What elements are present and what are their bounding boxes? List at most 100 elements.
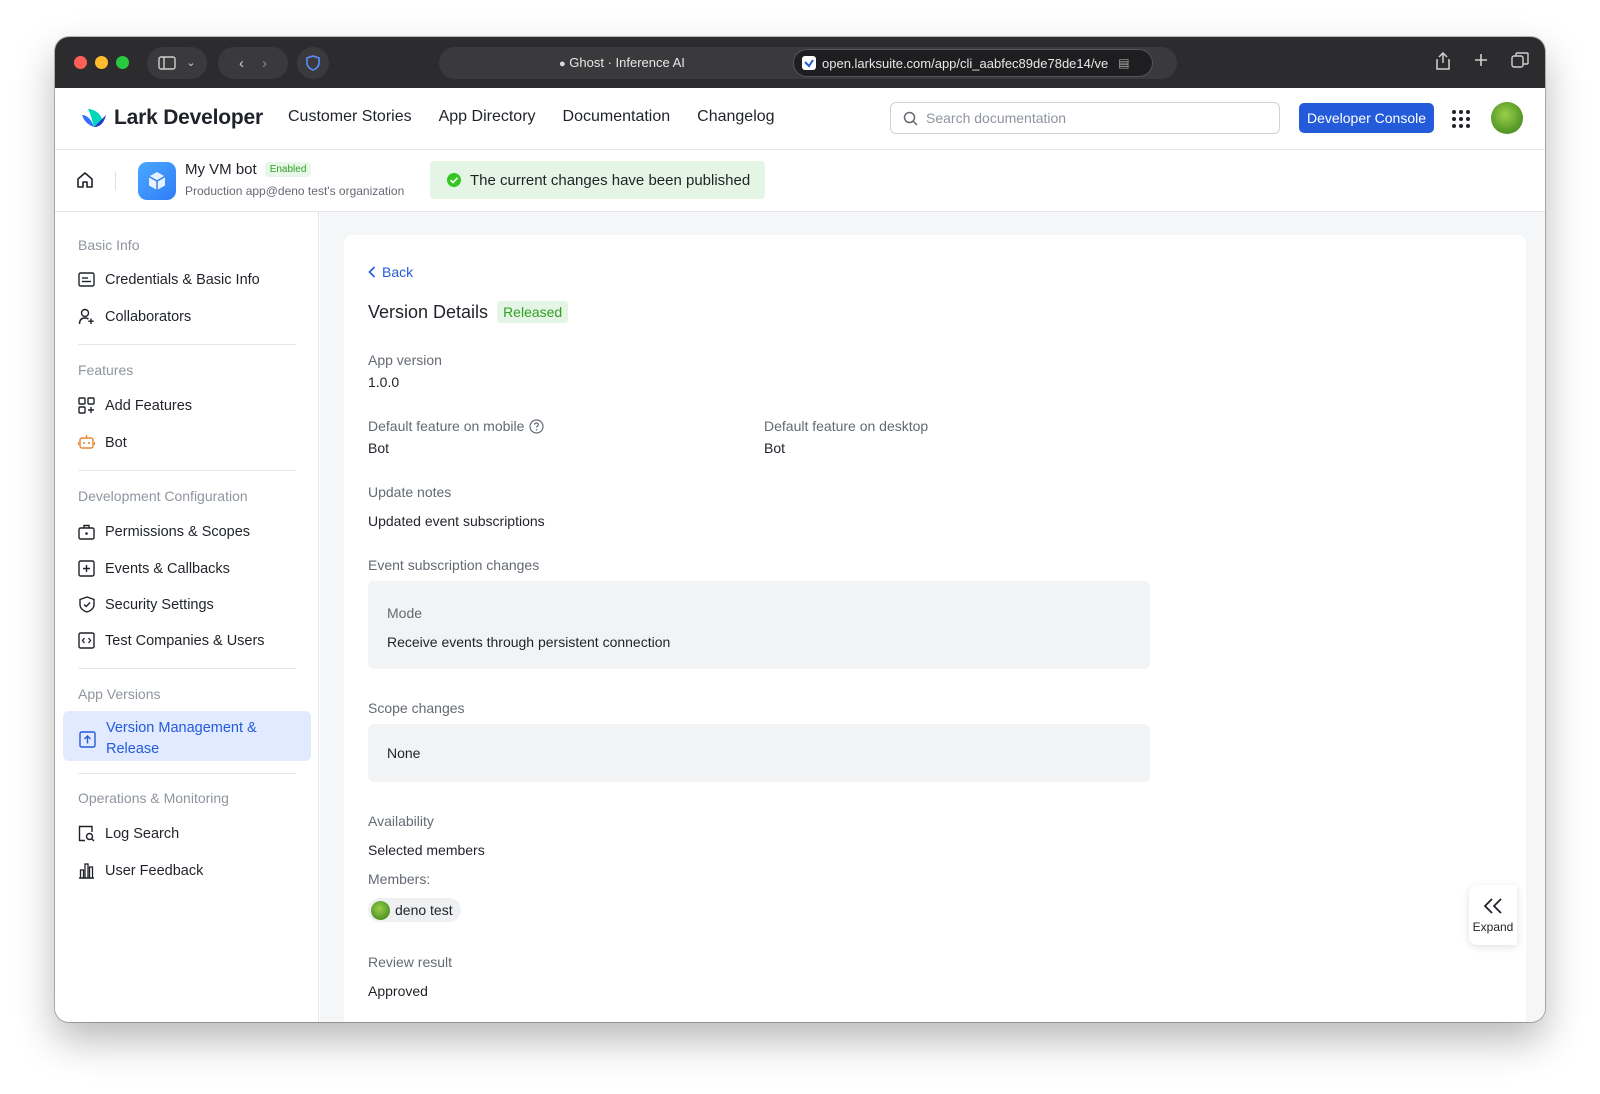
nav-customer-stories[interactable]: Customer Stories xyxy=(288,108,412,126)
availability-value: Selected members xyxy=(368,842,485,858)
sidebar-group-dev-config: Development Configuration xyxy=(78,488,248,504)
app-bar: My VM bot Enabled Production app@deno te… xyxy=(55,150,1545,212)
member-chip: deno test xyxy=(368,898,461,922)
robot-icon xyxy=(78,434,95,451)
briefcase-icon xyxy=(78,523,95,540)
minimize-window-button[interactable] xyxy=(95,56,108,69)
nav-documentation[interactable]: Documentation xyxy=(563,108,671,126)
sidebar-item-label: Version Management & Release xyxy=(106,720,257,757)
sidebar-item-test-companies[interactable]: Test Companies & Users xyxy=(78,632,265,649)
reader-mode-icon[interactable]: ▤ xyxy=(1118,56,1129,70)
history-nav: ‹ › xyxy=(218,47,288,79)
sidebar-divider xyxy=(78,773,296,774)
new-tab-icon[interactable] xyxy=(1473,52,1489,68)
developer-console-button[interactable]: Developer Console xyxy=(1299,103,1434,133)
member-name: deno test xyxy=(395,902,453,918)
mobile-feature-label-row: Default feature on mobile xyxy=(368,418,545,434)
chevron-left-icon xyxy=(368,266,376,278)
help-circle-icon[interactable] xyxy=(529,418,545,434)
update-notes-label: Update notes xyxy=(368,484,452,500)
members-label: Members: xyxy=(368,871,431,887)
back-link[interactable]: Back xyxy=(368,264,413,280)
apps-grid-icon[interactable] xyxy=(1452,110,1470,128)
app-version-value: 1.0.0 xyxy=(368,374,400,390)
home-icon[interactable] xyxy=(75,170,95,190)
page-title-row: Version Details Released xyxy=(368,301,569,323)
close-window-button[interactable] xyxy=(74,56,87,69)
search-icon xyxy=(903,111,918,126)
sidebar-item-label: Events & Callbacks xyxy=(105,560,230,577)
share-icon[interactable] xyxy=(1435,52,1451,70)
sidebar-divider xyxy=(78,344,296,345)
code-box-icon xyxy=(78,632,95,649)
address-bar[interactable]: open.larksuite.com/app/cli_aabfec89de78d… xyxy=(793,49,1153,77)
double-chevron-left-icon xyxy=(1483,897,1502,914)
chevron-down-icon[interactable]: ⌄ xyxy=(186,57,195,69)
sidebar-item-collaborators[interactable]: Collaborators xyxy=(78,308,191,325)
maximize-window-button[interactable] xyxy=(116,56,129,69)
sidebar-item-permissions[interactable]: Permissions & Scopes xyxy=(78,523,250,540)
expand-panel-button[interactable]: Expand xyxy=(1469,885,1517,945)
sidebar-toggle-group[interactable]: ⌄ xyxy=(147,47,207,79)
status-badge: Enabled xyxy=(264,162,312,177)
sidebar-item-label: Credentials & Basic Info xyxy=(105,271,260,288)
toast-text: The current changes have been published xyxy=(470,171,751,189)
lark-favicon-icon xyxy=(802,56,816,70)
mobile-feature-value: Bot xyxy=(368,440,390,456)
window-controls xyxy=(74,56,129,69)
tab-ghost[interactable]: ● Ghost · Inference AI xyxy=(559,55,685,70)
browser-window: ⌄ ‹ › ● Ghost · Inference AI open.larksu… xyxy=(55,37,1545,1022)
bar-chart-icon xyxy=(78,862,95,879)
logo-text: Lark Developer xyxy=(114,106,263,129)
sidebar-divider xyxy=(78,470,296,471)
check-circle-icon xyxy=(447,173,461,187)
privacy-shield-icon[interactable] xyxy=(306,55,320,71)
tab-title: Ghost · Inference AI xyxy=(569,55,685,70)
sidebar-toggle-icon[interactable] xyxy=(158,56,177,70)
log-search-icon xyxy=(78,825,95,842)
url-text: open.larksuite.com/app/cli_aabfec89de78d… xyxy=(822,55,1109,71)
app-name-row: My VM bot Enabled xyxy=(185,161,312,178)
sidebar-group-app-versions: App Versions xyxy=(78,686,161,702)
nav-app-directory[interactable]: App Directory xyxy=(439,108,536,126)
search-placeholder: Search documentation xyxy=(926,110,1067,126)
shield-extension[interactable] xyxy=(297,47,329,79)
review-result-value: Approved xyxy=(368,983,428,999)
sidebar-item-events[interactable]: Events & Callbacks xyxy=(78,560,230,577)
sidebar-item-add-features[interactable]: Add Features xyxy=(78,397,192,414)
scope-changes-value: None xyxy=(387,745,421,761)
sidebar-item-user-feedback[interactable]: User Feedback xyxy=(78,862,203,879)
apps-add-icon xyxy=(78,397,95,414)
version-details-card: Back Version Details Released App versio… xyxy=(344,235,1526,1022)
lark-developer-logo[interactable]: Lark Developer xyxy=(80,106,263,130)
divider xyxy=(115,172,116,190)
sidebar-item-bot[interactable]: Bot xyxy=(78,434,127,451)
app-subtitle: Production app@deno test's organization xyxy=(185,184,405,198)
event-changes-label: Event subscription changes xyxy=(368,557,540,573)
sidebar-item-version-management[interactable]: Version Management & Release xyxy=(63,711,311,761)
mode-value: Receive events through persistent connec… xyxy=(387,634,671,650)
app-version-label: App version xyxy=(368,352,442,368)
tab-overview-icon[interactable] xyxy=(1511,52,1529,68)
sidebar-item-label: Test Companies & Users xyxy=(105,632,265,649)
publish-success-toast: The current changes have been published xyxy=(430,161,766,199)
sidebar-item-label: Add Features xyxy=(105,397,193,414)
sidebar-item-credentials[interactable]: Credentials & Basic Info xyxy=(78,271,260,288)
search-input[interactable]: Search documentation xyxy=(890,102,1280,134)
sidebar-item-label: Permissions & Scopes xyxy=(105,523,251,540)
id-card-icon xyxy=(78,271,95,288)
forward-arrow-icon[interactable]: › xyxy=(262,56,267,71)
user-avatar[interactable] xyxy=(1491,102,1523,134)
event-add-icon xyxy=(78,560,95,577)
upload-box-icon xyxy=(79,730,96,748)
avatar xyxy=(371,900,390,920)
nav-changelog[interactable]: Changelog xyxy=(697,108,774,126)
availability-label: Availability xyxy=(368,813,434,829)
back-arrow-icon[interactable]: ‹ xyxy=(239,56,244,71)
app-icon xyxy=(138,162,176,200)
ghost-icon: ● xyxy=(559,58,566,70)
browser-toolbar: ⌄ ‹ › ● Ghost · Inference AI open.larksu… xyxy=(55,37,1545,88)
sidebar-item-log-search[interactable]: Log Search xyxy=(78,825,179,842)
status-badge: Released xyxy=(497,301,569,323)
sidebar-item-security[interactable]: Security Settings xyxy=(78,596,214,613)
